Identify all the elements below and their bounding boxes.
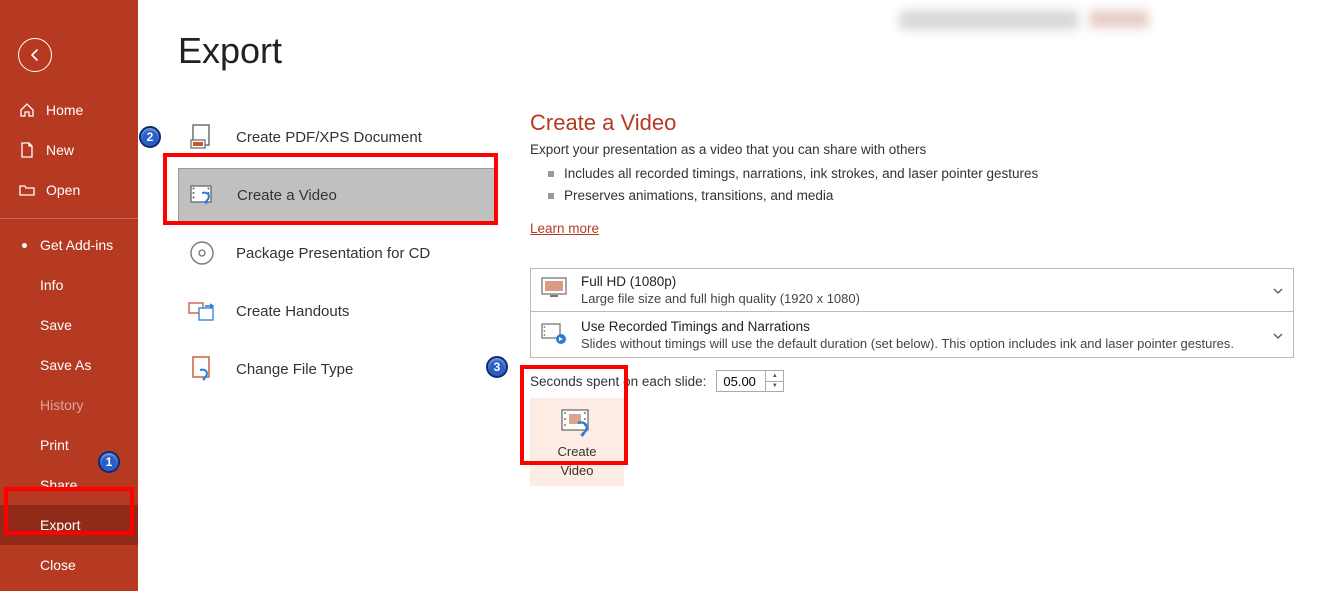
export-option-cd[interactable]: Package Presentation for CD [178, 226, 498, 280]
nav-get-addins[interactable]: Get Add-ins [0, 225, 138, 265]
export-options-panel: Export Create PDF/XPS Document Create a … [138, 0, 508, 591]
dropdown-line2: Large file size and full high quality (1… [581, 290, 860, 307]
details-subtitle: Export your presentation as a video that… [530, 142, 1299, 157]
sidebar-divider [0, 218, 138, 219]
export-option-pdf[interactable]: Create PDF/XPS Document [178, 110, 498, 164]
nav-new[interactable]: New [0, 130, 138, 170]
nav-label: Home [46, 102, 83, 118]
nav-label: History [40, 397, 84, 413]
change-file-type-icon [188, 355, 216, 383]
folder-open-icon [18, 181, 36, 199]
page-title: Export [178, 30, 508, 72]
export-option-handouts[interactable]: Create Handouts [178, 284, 498, 338]
nav-close[interactable]: Close [0, 545, 138, 585]
account-info-blurred [1089, 10, 1149, 28]
nav-label: New [46, 142, 74, 158]
nav-history: History [0, 385, 138, 425]
spinner-up-icon[interactable]: ▲ [766, 371, 783, 382]
export-option-label: Package Presentation for CD [236, 245, 430, 262]
nav-label: Save [40, 317, 72, 333]
seconds-spinner[interactable]: ▲ ▼ [716, 370, 784, 392]
nav-label: Export [40, 517, 80, 533]
pdf-xps-icon [188, 123, 216, 151]
export-option-label: Create PDF/XPS Document [236, 129, 422, 146]
nav-label: Info [40, 277, 63, 293]
seconds-input[interactable] [717, 371, 765, 391]
monitor-icon [541, 277, 567, 303]
export-option-label: Create a Video [237, 187, 337, 204]
details-bullet: Preserves animations, transitions, and m… [548, 185, 1299, 207]
chevron-down-icon [1273, 326, 1283, 344]
nav-save-as[interactable]: Save As [0, 345, 138, 385]
export-option-label: Change File Type [236, 361, 353, 378]
spinner-down-icon[interactable]: ▼ [766, 382, 783, 392]
tutorial-step-badge: 1 [98, 451, 120, 473]
arrow-left-icon [27, 47, 43, 63]
back-button[interactable] [18, 38, 52, 72]
backstage-sidebar: Home New Open Get Add-ins Info Save Save… [0, 0, 138, 591]
handouts-icon [188, 297, 216, 325]
nav-label: Share [40, 477, 77, 493]
account-info-blurred [899, 10, 1079, 30]
export-option-video[interactable]: Create a Video [178, 168, 498, 222]
nav-export[interactable]: Export [0, 505, 138, 545]
timings-narration-icon [541, 322, 567, 348]
dropdown-line1: Full HD (1080p) [581, 273, 860, 290]
nav-label: Close [40, 557, 76, 573]
video-quality-dropdown[interactable]: Full HD (1080p) Large file size and full… [530, 268, 1294, 312]
create-video-icon [189, 181, 217, 209]
nav-open[interactable]: Open [0, 170, 138, 210]
nav-save[interactable]: Save [0, 305, 138, 345]
details-heading: Create a Video [530, 110, 1299, 136]
nav-label: Print [40, 437, 69, 453]
package-cd-icon [188, 239, 216, 267]
button-label-line2: Video [560, 463, 593, 478]
tutorial-step-badge: 2 [139, 126, 161, 148]
create-video-large-icon [560, 407, 594, 440]
video-timings-dropdown[interactable]: Use Recorded Timings and Narrations Slid… [530, 312, 1294, 358]
nav-share[interactable]: Share [0, 465, 138, 505]
export-details-panel: Create a Video Export your presentation … [508, 0, 1329, 591]
button-label-line1: Create [557, 444, 596, 459]
learn-more-link[interactable]: Learn more [530, 221, 599, 236]
nav-label: Save As [40, 357, 91, 373]
nav-label: Get Add-ins [40, 237, 113, 253]
seconds-label: Seconds spent on each slide: [530, 374, 706, 389]
export-option-change-file-type[interactable]: Change File Type [178, 342, 498, 396]
chevron-down-icon [1273, 281, 1283, 299]
dropdown-line2: Slides without timings will use the defa… [581, 335, 1234, 352]
export-option-label: Create Handouts [236, 303, 349, 320]
details-bullet: Includes all recorded timings, narration… [548, 163, 1299, 185]
new-file-icon [18, 141, 36, 159]
home-icon [18, 101, 36, 119]
create-video-button[interactable]: Create Video [530, 398, 624, 486]
nav-label: Open [46, 182, 80, 198]
tutorial-step-badge: 3 [486, 356, 508, 378]
nav-home[interactable]: Home [0, 90, 138, 130]
addins-new-dot-icon [22, 243, 27, 248]
nav-info[interactable]: Info [0, 265, 138, 305]
dropdown-line1: Use Recorded Timings and Narrations [581, 318, 1234, 335]
